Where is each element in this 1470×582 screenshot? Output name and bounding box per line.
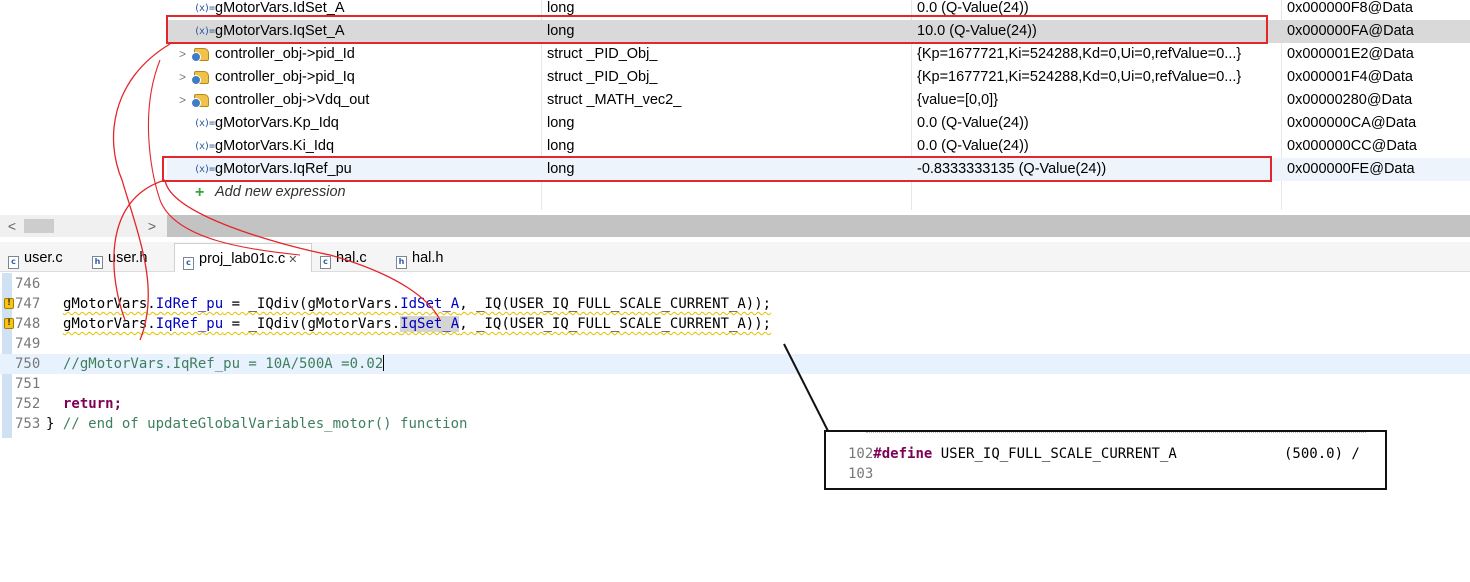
expression-address: 0x000000FA@Data	[1287, 23, 1414, 39]
editor-tab-bar: c user.c h user.h c proj_lab01c.c ✕ c hal.c h…	[0, 242, 1470, 272]
expression-type: long	[547, 161, 575, 177]
expression-value[interactable]: {value=[0,0]}	[917, 89, 1282, 112]
expression-address: 0x000000CA@Data	[1287, 115, 1417, 131]
line-number: 753	[15, 416, 41, 432]
expression-row-pid-id[interactable]: > controller_obj->pid_Id struct _PID_Obj…	[167, 43, 1470, 66]
c-file-icon: c	[183, 257, 194, 270]
expression-value[interactable]: {Kp=1677721,Ki=524288,Kd=0,Ui=0,refValue…	[917, 66, 1282, 89]
add-new-expression-label[interactable]: Add new expression	[215, 181, 346, 204]
tab-label: user.h	[108, 250, 148, 266]
line-number: 746	[15, 276, 41, 292]
expression-row-iqset[interactable]: (x)= gMotorVars.IqSet_A long 10.0 (Q-Val…	[167, 20, 1470, 43]
expression-name: gMotorVars.Kp_Idq	[215, 115, 339, 131]
tab-label: user.c	[24, 250, 63, 266]
expression-row-pid-iq[interactable]: > controller_obj->pid_Iq struct _PID_Obj…	[167, 66, 1470, 89]
code-line[interactable]: 749	[0, 334, 1470, 354]
expression-type: long	[547, 115, 575, 131]
tab-label: hal.h	[412, 250, 444, 266]
scrollbar-track[interactable]	[167, 215, 1470, 237]
expression-type: long	[547, 138, 575, 154]
scroll-right-icon[interactable]: >	[144, 215, 160, 237]
tab-user-c[interactable]: c user.c	[8, 242, 63, 272]
expression-row-idset[interactable]: (x)= gMotorVars.IdSet_A long 0.0 (Q-Valu…	[167, 0, 1470, 20]
close-tab-icon[interactable]: ✕	[288, 254, 297, 266]
code-line[interactable]: 751	[0, 374, 1470, 394]
expression-type: long	[547, 0, 575, 16]
expressions-left-pane	[0, 0, 167, 217]
expression-address: 0x000000FE@Data	[1287, 161, 1415, 177]
expression-address: 0x000001E2@Data	[1287, 46, 1414, 62]
cropped-edge	[866, 432, 1366, 438]
expression-name: gMotorVars.IqRef_pu	[215, 161, 352, 177]
horizontal-scrollbar[interactable]: < >	[0, 215, 1470, 237]
code-text: gMotorVars.IdRef_pu = _IQdiv(gMotorVars.…	[63, 296, 772, 312]
expression-type: struct _PID_Obj_	[547, 46, 658, 62]
expression-name: gMotorVars.IqSet_A	[215, 23, 345, 39]
expression-name: controller_obj->Vdq_out	[215, 92, 370, 108]
h-file-icon: h	[92, 256, 103, 269]
code-line[interactable]: 746	[0, 274, 1470, 294]
expression-row-vdq-out[interactable]: > controller_obj->Vdq_out struct _MATH_v…	[167, 89, 1470, 112]
tab-user-h[interactable]: h user.h	[92, 242, 148, 272]
code-text: } // end of updateGlobalVariables_motor(…	[46, 416, 468, 432]
scrollbar-thumb[interactable]	[24, 219, 54, 233]
h-file-icon: h	[396, 256, 407, 269]
c-file-icon: c	[8, 256, 19, 269]
expression-address: 0x000001F4@Data	[1287, 69, 1413, 85]
expression-address: 0x000000F8@Data	[1287, 0, 1413, 16]
line-number: 751	[15, 376, 41, 392]
expression-address: 0x00000280@Data	[1287, 92, 1413, 108]
add-new-expression-row[interactable]: + Add new expression	[167, 181, 1470, 204]
expression-value[interactable]: -0.8333333135 (Q-Value(24))	[917, 158, 1282, 181]
expressions-view: (x)= gMotorVars.IdSet_A long 0.0 (Q-Valu…	[0, 0, 1470, 217]
code-keyword: return;	[63, 396, 123, 412]
expression-row-kp-idq[interactable]: (x)= gMotorVars.Kp_Idq long 0.0 (Q-Value…	[167, 112, 1470, 135]
expression-address: 0x000000CC@Data	[1287, 138, 1417, 154]
warning-icon[interactable]: !	[4, 298, 14, 309]
expression-value[interactable]: 0.0 (Q-Value(24))	[917, 112, 1282, 135]
selected-word: IqSet_A	[400, 316, 460, 332]
code-line-current[interactable]: 750 //gMotorVars.IqRef_pu = 10A/500A =0.…	[0, 354, 1470, 374]
line-number: 747	[15, 296, 41, 312]
c-file-icon: c	[320, 256, 331, 269]
expression-type: struct _MATH_vec2_	[547, 92, 682, 108]
define-callout: 102#define USER_IQ_FULL_SCALE_CURRENT_A …	[824, 430, 1387, 490]
expression-value[interactable]: {Kp=1677721,Ki=524288,Kd=0,Ui=0,refValue…	[917, 43, 1282, 66]
code-line[interactable]: 752 return;	[0, 394, 1470, 414]
expression-type: long	[547, 23, 575, 39]
expression-row-iqref[interactable]: (x)= gMotorVars.IqRef_pu long -0.8333333…	[167, 158, 1470, 181]
expression-value[interactable]: 0.0 (Q-Value(24))	[917, 0, 1282, 20]
text-caret	[383, 355, 385, 371]
code-comment: //gMotorVars.IqRef_pu = 10A/500A =0.02	[63, 355, 385, 372]
line-number: 752	[15, 396, 41, 412]
tab-proj-lab01c-c[interactable]: c proj_lab01c.c ✕	[174, 243, 312, 272]
expression-name: controller_obj->pid_Iq	[215, 69, 355, 85]
tab-label: hal.c	[336, 250, 367, 266]
code-line[interactable]: ! 748 gMotorVars.IqRef_pu = _IQdiv(gMoto…	[0, 314, 1470, 334]
expression-value[interactable]: 10.0 (Q-Value(24))	[917, 20, 1282, 43]
callout-define-value: (500.0) /	[1284, 446, 1360, 462]
line-number: 748	[15, 316, 41, 332]
expression-value[interactable]: 0.0 (Q-Value(24))	[917, 135, 1282, 158]
expression-name: controller_obj->pid_Id	[215, 46, 355, 62]
callout-line: 102#define USER_IQ_FULL_SCALE_CURRENT_A	[848, 446, 1177, 462]
line-number: 750	[15, 356, 41, 372]
code-line[interactable]: ! 747 gMotorVars.IdRef_pu = _IQdiv(gMoto…	[0, 294, 1470, 314]
scroll-left-icon[interactable]: <	[4, 215, 20, 237]
code-editor[interactable]: 746 ! 747 gMotorVars.IdRef_pu = _IQdiv(g…	[0, 273, 1470, 438]
tab-hal-h[interactable]: h hal.h	[396, 242, 443, 272]
line-number: 749	[15, 336, 41, 352]
expression-name: gMotorVars.IdSet_A	[215, 0, 345, 16]
expression-row-ki-idq[interactable]: (x)= gMotorVars.Ki_Idq long 0.0 (Q-Value…	[167, 135, 1470, 158]
tab-label: proj_lab01c.c	[199, 251, 286, 267]
callout-line-number: 103	[848, 466, 874, 482]
expression-name: gMotorVars.Ki_Idq	[215, 138, 335, 154]
tab-hal-c[interactable]: c hal.c	[320, 242, 367, 272]
code-text: gMotorVars.IqRef_pu = _IQdiv(gMotorVars.…	[63, 316, 772, 332]
expression-type: struct _PID_Obj_	[547, 69, 658, 85]
warning-icon[interactable]: !	[4, 318, 14, 329]
